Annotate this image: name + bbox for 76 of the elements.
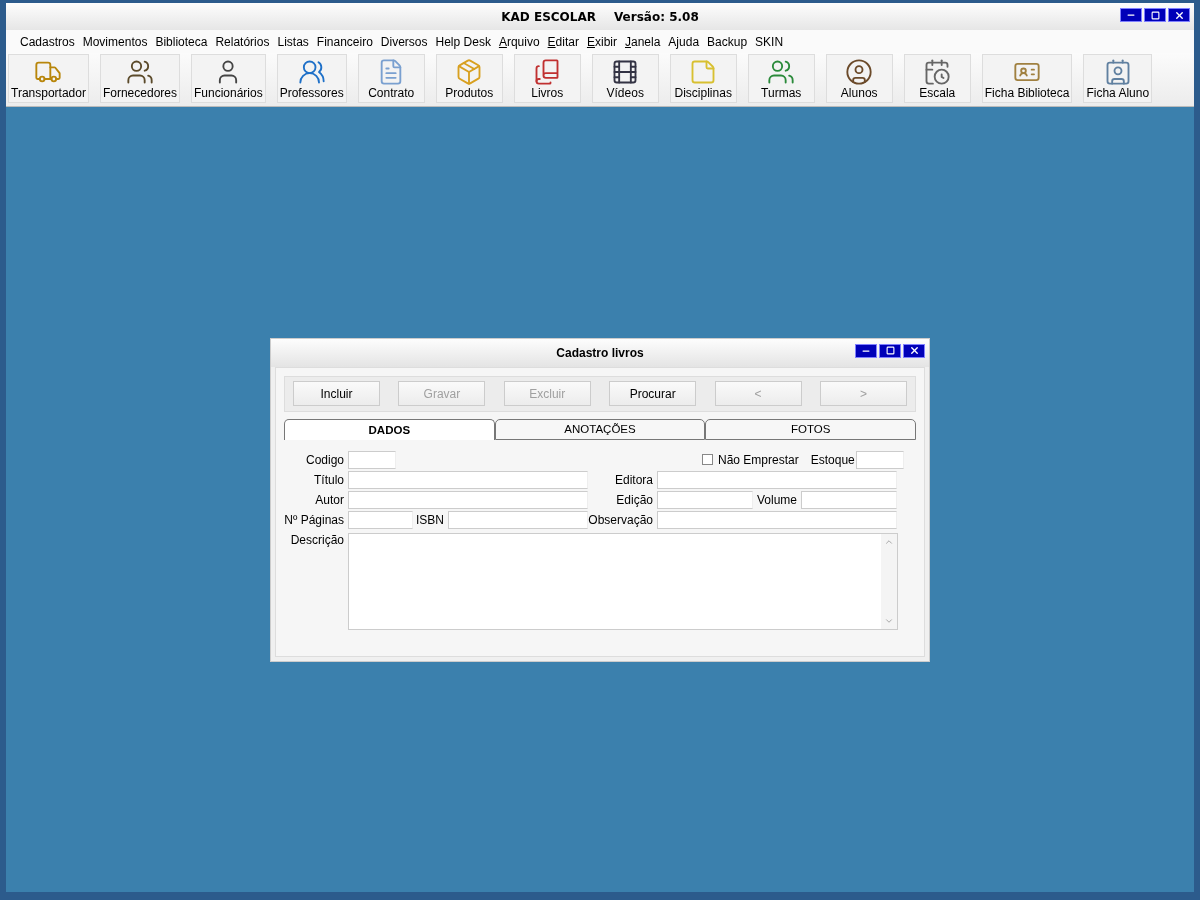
field-label: Descrição [289,532,345,547]
text-area[interactable] [348,532,898,630]
menu-item[interactable]: Help Desk [431,34,495,49]
menu-item[interactable]: Arquivo [494,34,544,49]
maximize-button[interactable] [879,343,901,358]
people-icon [297,58,326,86]
field-label: Volume [755,492,798,507]
menu-item[interactable]: Listas [273,34,313,49]
menu-item[interactable]: Diversos [376,34,432,49]
close-icon [1173,9,1185,21]
field-label: Nº Páginas [284,512,345,527]
toolbar-button[interactable]: Contrato [357,54,425,103]
menu-item[interactable]: Janela [621,34,665,49]
input-field[interactable] [801,490,897,509]
field-label: Estoque [810,452,856,467]
maximize-icon [1150,10,1160,20]
minimize-button[interactable] [855,343,877,358]
toolbar-button[interactable]: Ficha Biblioteca [981,54,1073,103]
dialog-title: Cadastro livros [556,345,644,360]
menu-item[interactable]: Biblioteca [151,34,212,49]
menu-item[interactable]: Backup [703,34,752,49]
toolbar-button[interactable]: Livros [513,54,581,103]
maximize-button[interactable] [1144,8,1166,22]
field-label: ISBN [415,512,445,527]
maximize-icon [885,346,895,355]
field-label: Autor [314,492,345,507]
toolbar-button[interactable]: Disciplinas [669,54,737,103]
menu-item[interactable]: SKIN [751,34,788,49]
toolbar-button[interactable]: Vídeos [591,54,659,103]
scrollbar[interactable] [881,533,897,629]
field-label: Título [313,472,345,487]
input-field[interactable] [657,470,897,489]
input-field[interactable] [348,490,588,509]
toolbar-button[interactable]: Produtos [435,54,503,103]
input-field[interactable] [855,450,904,469]
close-icon [908,345,920,356]
menu-item[interactable]: Relatórios [211,34,274,49]
calendar-clock-icon [923,58,952,86]
input-field[interactable] [348,470,588,489]
tab[interactable]: FOTOS [705,418,916,440]
input-field[interactable] [448,510,588,529]
close-button[interactable] [903,343,925,358]
input-field[interactable] [348,450,396,469]
input-field[interactable] [657,490,753,509]
menu-item[interactable]: Exibir [582,34,621,49]
menu-item[interactable]: Ajuda [664,34,704,49]
toolbar-button[interactable]: Turmas [747,54,815,103]
menu-item[interactable]: Editar [543,34,583,49]
toolbar-button[interactable]: Fornecedores [99,54,180,103]
input-field[interactable] [348,510,413,529]
field-label: Editora [613,472,654,487]
person-icon [845,58,874,86]
field-label: Observação [588,512,654,527]
toolbar-button[interactable]: Transportador [8,54,89,103]
menu-item[interactable]: Cadastros [16,34,79,49]
tab[interactable]: DADOS [284,418,495,440]
menu-item[interactable]: Financeiro [312,34,377,49]
checkbox[interactable] [702,454,713,465]
tab[interactable]: ANOTAÇÕES [494,418,706,440]
field-label: Codigo [304,452,345,467]
people-icon [767,58,796,86]
toolbar-button[interactable]: Ficha Aluno [1083,54,1153,103]
field-label: Edição [615,492,654,507]
toolbar-button[interactable]: Professores [276,54,347,103]
close-button[interactable] [1168,8,1190,22]
checkbox-label[interactable]: Não Emprestar [702,452,799,467]
toolbar-button[interactable]: Alunos [825,54,893,103]
action-button[interactable]: Incluir [293,381,380,406]
action-button[interactable]: Procurar [609,381,697,406]
menu-item[interactable]: Movimentos [78,34,152,49]
input-field[interactable] [657,510,897,529]
toolbar-button[interactable]: Funcionários [191,54,266,103]
toolbar-button[interactable]: Escala [903,54,971,103]
window-title: KAD ESCOLAR [501,9,596,24]
version-label: Versão: 5.08 [614,9,699,24]
people-icon [125,58,154,86]
